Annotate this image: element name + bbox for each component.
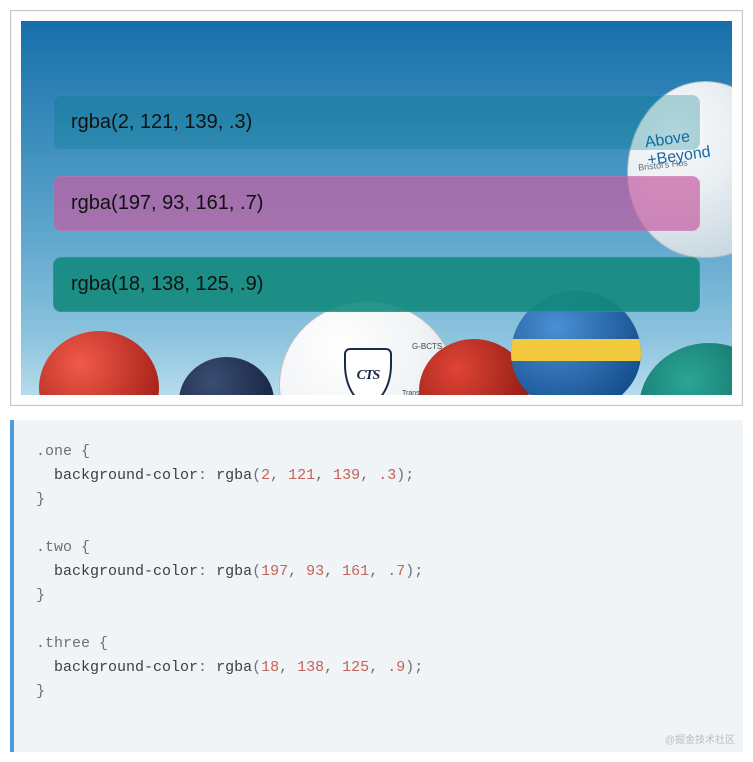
demo-preview: CTS G‑BCTS Transport Services Above +Bey… xyxy=(21,21,732,395)
cts-shield: CTS xyxy=(344,348,392,395)
css-code: .one { background-color: rgba(2, 121, 13… xyxy=(36,440,721,704)
rgba-bar-three-label: rgba(18, 138, 125, .9) xyxy=(71,273,263,295)
balloon-registration: G‑BCTS xyxy=(412,342,442,351)
rgba-bar-one: rgba(2, 121, 139, .3) xyxy=(53,95,700,150)
watermark: @掘金技术社区 xyxy=(665,731,735,746)
demo-preview-frame: CTS G‑BCTS Transport Services Above +Bey… xyxy=(10,10,743,406)
rgba-bars-container: rgba(2, 121, 139, .3) rgba(197, 93, 161,… xyxy=(53,95,700,312)
rgba-bar-three: rgba(18, 138, 125, .9) xyxy=(53,257,700,312)
css-code-block: .one { background-color: rgba(2, 121, 13… xyxy=(10,420,743,752)
rgba-bar-one-label: rgba(2, 121, 139, .3) xyxy=(71,111,252,133)
rgba-bar-two: rgba(197, 93, 161, .7) xyxy=(53,176,700,231)
rgba-bar-two-label: rgba(197, 93, 161, .7) xyxy=(71,192,263,214)
